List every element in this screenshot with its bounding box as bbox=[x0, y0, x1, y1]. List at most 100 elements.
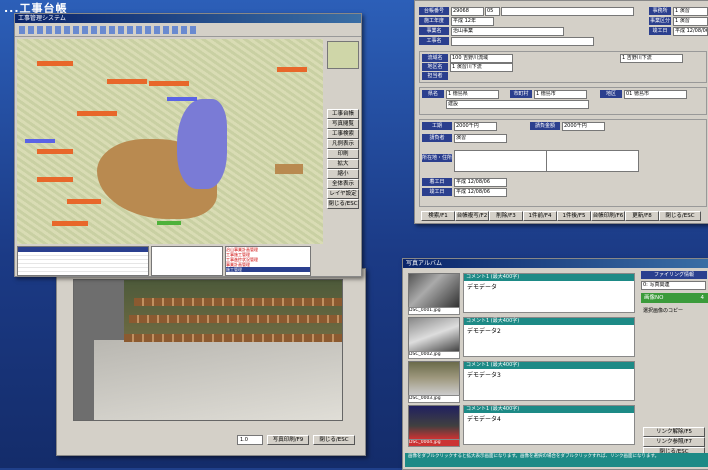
field-address[interactable] bbox=[454, 150, 547, 172]
category-select[interactable]: 0: 写真関連 bbox=[641, 281, 706, 290]
field-district[interactable]: 01 徳島市 bbox=[624, 90, 687, 99]
field-type[interactable]: 1 演習 bbox=[673, 17, 708, 26]
label-year: 施工年度 bbox=[419, 17, 449, 25]
comment-text: デモデータ3 bbox=[467, 372, 501, 379]
field-code[interactable]: 05 bbox=[485, 7, 500, 16]
label-address: 所在地・住所 bbox=[422, 154, 453, 162]
ledger-form-window: 台帳番号 29068 05 施工年度 平成 12年 事業名 治山事業 工事名 事… bbox=[414, 0, 708, 224]
field-city[interactable]: 1 徳島市 bbox=[534, 90, 587, 99]
comment-header: コメント1 (最大400字) bbox=[464, 362, 634, 369]
comment-box-2[interactable]: コメント1 (最大400字) デモデータ2 bbox=[463, 317, 635, 357]
comment-box-3[interactable]: コメント1 (最大400字) デモデータ3 bbox=[463, 361, 635, 401]
label-business: 事業名 bbox=[419, 27, 449, 35]
form-button-prev[interactable]: 1件前/F4 bbox=[523, 211, 557, 221]
field-amount[interactable]: 2000千円 bbox=[454, 122, 497, 131]
field-amount2[interactable]: 2000千円 bbox=[562, 122, 605, 131]
data-grid-2[interactable] bbox=[151, 246, 223, 276]
comment-header: コメント1 (最大400字) bbox=[464, 274, 634, 281]
link-ref-button[interactable]: リンク参照/F7 bbox=[643, 437, 705, 447]
map-side-button-4[interactable]: 凡例表示 bbox=[327, 139, 359, 149]
map-side-button-2[interactable]: 写真閲覧 bbox=[327, 119, 359, 129]
field-pref[interactable]: 1 徳島県 bbox=[446, 90, 499, 99]
toolbar-icons[interactable] bbox=[19, 26, 199, 34]
form-button-close[interactable]: 閉じる/ESC bbox=[659, 211, 701, 221]
form-button-next[interactable]: 1件後/F5 bbox=[557, 211, 591, 221]
label-basin: 流域名 bbox=[422, 54, 448, 62]
map-side-button-5[interactable]: 印刷 bbox=[327, 149, 359, 159]
photo-file-1: DSC_0001.jpg bbox=[408, 307, 460, 315]
label-date: 竣工日 bbox=[649, 27, 671, 35]
form-button-print[interactable]: 台帳印刷/F6 bbox=[591, 211, 625, 221]
section-contract: 工期 2000千円 請負金額 2000千円 請負者 演習 所在地・住所 着工日 … bbox=[419, 119, 707, 207]
field-year[interactable]: 平成 12年 bbox=[451, 17, 494, 26]
map-side-button-10[interactable]: 閉じる/ESC bbox=[327, 199, 359, 209]
field-ledger-no[interactable]: 29068 bbox=[451, 7, 484, 16]
photo-thumb-1[interactable] bbox=[408, 273, 460, 308]
form-button-search[interactable]: 検索/F1 bbox=[421, 211, 455, 221]
photo-thumb-3[interactable] bbox=[408, 361, 460, 396]
map-side-button-1[interactable]: 工事台帳 bbox=[327, 109, 359, 119]
label-pref: 県名 bbox=[422, 90, 444, 98]
map-side-button-7[interactable]: 縮小 bbox=[327, 169, 359, 179]
label-branch: 事務所 bbox=[649, 7, 671, 15]
map-side-button-6[interactable]: 拡大 bbox=[327, 159, 359, 169]
field-area[interactable]: 1 演習川下流 bbox=[450, 63, 513, 72]
purple-region bbox=[177, 99, 227, 189]
photo-thumb-2[interactable] bbox=[408, 317, 460, 352]
field-construction[interactable] bbox=[451, 37, 594, 46]
map-canvas[interactable] bbox=[17, 39, 323, 244]
photo-file-4: DSC_0004.jpg bbox=[408, 439, 460, 447]
photo-no-label: 画像NO bbox=[644, 295, 664, 301]
album-status: 画像をダブルクリックすると拡大表示画面になります。画像を選択の場合をダブルクリッ… bbox=[405, 453, 708, 467]
label-amount: 請負金額 bbox=[530, 122, 560, 130]
unlink-button[interactable]: リンク解除/F5 bbox=[643, 427, 705, 437]
photo-close-button[interactable]: 閉じる/ESC bbox=[313, 435, 355, 445]
album-titlebar: 写真アルバム bbox=[403, 259, 708, 268]
map-bottom-panel: 治山事業計画管理 工事施工管理 工事進捗状況管理 事業計画管理 施工管理 bbox=[17, 246, 359, 276]
field-contractor2[interactable]: 演習 bbox=[454, 134, 507, 143]
label-manager: 担当者 bbox=[422, 72, 448, 80]
comment-text: デモデータ2 bbox=[467, 328, 501, 335]
field-branch[interactable]: 1 演習 bbox=[673, 7, 708, 16]
map-side-button-3[interactable]: 工事検索 bbox=[327, 129, 359, 139]
zoom-select[interactable]: 1.0 bbox=[237, 435, 263, 445]
comment-header: コメント1 (最大400字) bbox=[464, 406, 634, 413]
form-button-copy[interactable]: 台帳複写/F2 bbox=[455, 211, 489, 221]
form-button-delete[interactable]: 削除/F3 bbox=[489, 211, 523, 221]
label-ledger-no: 台帳番号 bbox=[419, 7, 449, 15]
photo-file-2: DSC_0002.jpg bbox=[408, 351, 460, 359]
form-button-update[interactable]: 更新/F8 bbox=[625, 211, 659, 221]
field-end[interactable]: 平成 12/08/06 bbox=[454, 188, 507, 197]
label-period: 工期 bbox=[422, 122, 452, 130]
map-window-titlebar: 工事管理システム bbox=[15, 14, 361, 23]
brown-region-small bbox=[275, 164, 303, 174]
photo-thumb-4[interactable] bbox=[408, 405, 460, 440]
label-start: 着工日 bbox=[422, 178, 452, 186]
section-basin: 流域名 100 吉野川流域 地区名 1 演習川下流 担当者 1 吉野川下流 bbox=[419, 51, 707, 83]
label-type: 事業区分 bbox=[649, 17, 671, 25]
data-grid[interactable] bbox=[17, 246, 149, 276]
field-area2[interactable]: 1 吉野川下流 bbox=[620, 54, 683, 63]
label-end: 竣工日 bbox=[422, 188, 452, 196]
album-list: DSC_0001.jpg コメント1 (最大400字) デモデータ DSC_000… bbox=[405, 271, 637, 451]
filing-title: ファイリング情報 bbox=[641, 271, 707, 279]
field-basin[interactable]: 100 吉野川流域 bbox=[450, 54, 513, 63]
label-city: 市町村 bbox=[510, 90, 532, 98]
overview-map[interactable] bbox=[327, 41, 359, 69]
comment-box-1[interactable]: コメント1 (最大400字) デモデータ bbox=[463, 273, 635, 313]
map-side-button-8[interactable]: 全体表示 bbox=[327, 179, 359, 189]
field-contractor[interactable]: 建設 bbox=[446, 100, 589, 109]
field-location[interactable] bbox=[501, 7, 634, 16]
label-construction: 工事名 bbox=[419, 37, 449, 45]
field-business[interactable]: 治山事業 bbox=[451, 27, 564, 36]
album-window: 写真アルバム DSC_0001.jpg コメント1 (最大400字) デモデータ … bbox=[402, 258, 708, 470]
map-side-button-9[interactable]: レイヤ設定 bbox=[327, 189, 359, 199]
photo-print-button[interactable]: 写真印刷/F9 bbox=[267, 435, 309, 445]
comment-box-4[interactable]: コメント1 (最大400字) デモデータ4 bbox=[463, 405, 635, 445]
field-start[interactable]: 平成 12/08/06 bbox=[454, 178, 507, 187]
comment-text: デモデータ bbox=[467, 284, 498, 291]
field-date[interactable]: 平成 12/08/06 bbox=[673, 27, 708, 36]
legend-item[interactable]: 施工管理 bbox=[226, 267, 310, 272]
field-address2[interactable] bbox=[546, 150, 639, 172]
copy-note: 選択画像のコピー bbox=[643, 308, 684, 314]
